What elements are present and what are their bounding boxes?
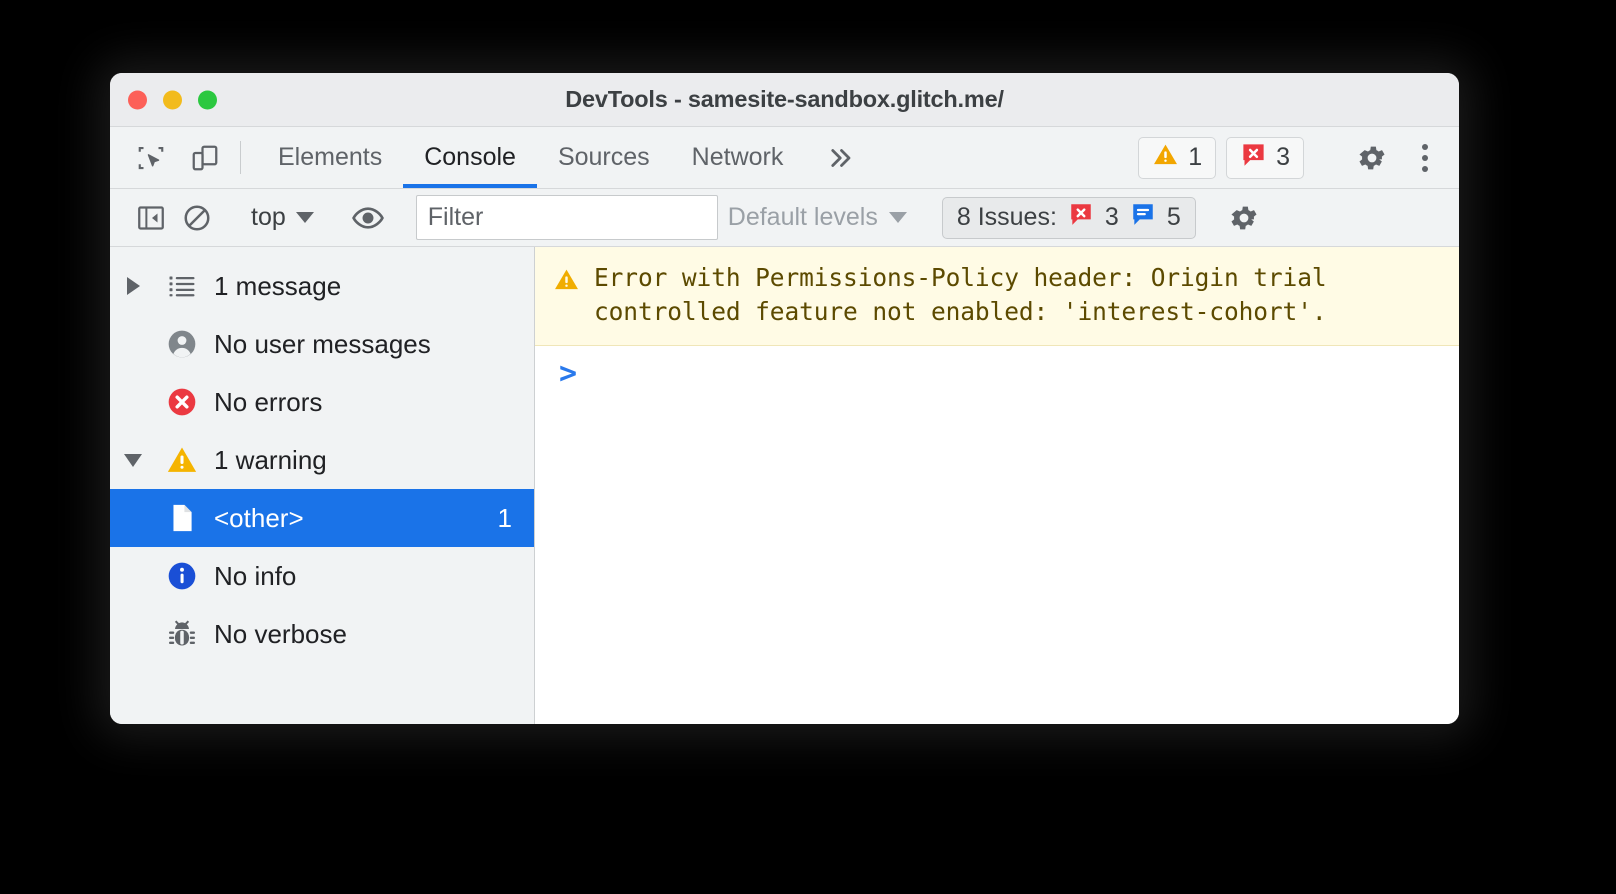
tab-network-label: Network bbox=[691, 143, 784, 171]
tab-network[interactable]: Network bbox=[671, 127, 805, 188]
kebab-dot bbox=[1422, 143, 1428, 150]
file-icon bbox=[156, 502, 208, 534]
warning-count-chip[interactable]: 1 bbox=[1138, 136, 1217, 179]
window-controls bbox=[128, 90, 217, 109]
sidebar-item-label: No errors bbox=[214, 386, 323, 417]
close-window-button[interactable] bbox=[128, 90, 147, 109]
live-expression-eye-icon[interactable] bbox=[345, 195, 391, 241]
devtools-main-toolbar: Elements Console Sources Network 1 3 bbox=[110, 127, 1459, 189]
error-bubble-icon bbox=[1068, 201, 1094, 234]
sidebar-item-label: 1 message bbox=[214, 270, 342, 301]
warning-triangle-icon bbox=[156, 444, 208, 476]
issues-chip[interactable]: 8 Issues: 3 5 bbox=[941, 196, 1196, 239]
tab-elements[interactable]: Elements bbox=[257, 127, 403, 188]
console-message-text: Error with Permissions-Policy header: Or… bbox=[594, 263, 1327, 326]
sidebar-item-label: 1 warning bbox=[214, 444, 327, 475]
tab-console-label: Console bbox=[424, 143, 516, 171]
clear-console-icon[interactable] bbox=[174, 195, 220, 241]
log-levels-selector[interactable]: Default levels bbox=[718, 203, 917, 232]
sidebar-item-label: No user messages bbox=[214, 328, 431, 359]
sidebar-item-verbose[interactable]: No verbose bbox=[110, 605, 534, 663]
device-toolbar-icon[interactable] bbox=[182, 135, 228, 181]
user-icon bbox=[156, 328, 208, 360]
error-count-label: 3 bbox=[1276, 143, 1290, 171]
warning-triangle-icon bbox=[553, 266, 580, 298]
minimize-window-button[interactable] bbox=[163, 90, 182, 109]
info-bubble-icon bbox=[1130, 201, 1156, 234]
sidebar-item-messages[interactable]: 1 message bbox=[110, 257, 534, 315]
issues-info-count: 5 bbox=[1166, 203, 1181, 231]
bug-icon bbox=[156, 619, 208, 649]
error-circle-icon bbox=[156, 386, 208, 418]
log-levels-label: Default levels bbox=[727, 203, 878, 231]
kebab-dot bbox=[1422, 165, 1428, 172]
sidebar-item-other[interactable]: <other> 1 bbox=[110, 489, 534, 547]
tab-sources[interactable]: Sources bbox=[537, 127, 671, 188]
tab-console[interactable]: Console bbox=[403, 127, 537, 188]
more-tabs-icon[interactable] bbox=[804, 127, 874, 188]
toolbar-left-icons bbox=[128, 127, 228, 188]
prompt-chevron-icon: > bbox=[559, 356, 578, 391]
inspect-element-icon[interactable] bbox=[128, 135, 174, 181]
kebab-menu-icon[interactable] bbox=[1405, 135, 1445, 181]
sidebar-item-count: 1 bbox=[497, 502, 512, 533]
list-icon bbox=[156, 271, 208, 301]
warning-triangle-icon bbox=[1152, 141, 1179, 175]
sidebar-item-label: <other> bbox=[214, 502, 304, 533]
gear-icon[interactable] bbox=[1221, 195, 1267, 241]
tab-sources-label: Sources bbox=[557, 143, 650, 171]
sidebar-item-errors[interactable]: No errors bbox=[110, 373, 534, 431]
execution-context-label: top bbox=[251, 203, 286, 231]
sidebar-item-user-messages[interactable]: No user messages bbox=[110, 315, 534, 373]
toolbar-right-group: 1 3 bbox=[1138, 127, 1445, 188]
console-output-pane[interactable]: Error with Permissions-Policy header: Or… bbox=[535, 247, 1459, 724]
error-count-chip[interactable]: 3 bbox=[1226, 136, 1304, 179]
sidebar-item-warnings[interactable]: 1 warning bbox=[110, 431, 534, 489]
console-body: 1 message No user messages No errors 1 w… bbox=[110, 247, 1459, 724]
maximize-window-button[interactable] bbox=[198, 90, 217, 109]
execution-context-selector[interactable]: top bbox=[245, 203, 320, 232]
screenshot-stage: DevTools - samesite-sandbox.glitch.me/ E… bbox=[0, 0, 1616, 894]
chevron-down-icon bbox=[295, 212, 314, 223]
panel-tabs: Elements Console Sources Network bbox=[257, 127, 874, 188]
filter-input[interactable] bbox=[415, 195, 718, 240]
window-titlebar: DevTools - samesite-sandbox.glitch.me/ bbox=[110, 73, 1459, 127]
console-message-warning[interactable]: Error with Permissions-Policy header: Or… bbox=[535, 247, 1459, 346]
issues-label: 8 Issues: bbox=[956, 203, 1057, 231]
gear-icon[interactable] bbox=[1349, 135, 1395, 181]
warning-count-label: 1 bbox=[1188, 143, 1203, 171]
error-bubble-icon bbox=[1240, 141, 1267, 175]
window-title: DevTools - samesite-sandbox.glitch.me/ bbox=[565, 86, 1004, 112]
console-sidebar: 1 message No user messages No errors 1 w… bbox=[110, 247, 535, 724]
expand-arrow-icon[interactable] bbox=[110, 277, 156, 295]
console-filter-toolbar: top Default levels 8 Issues: bbox=[110, 189, 1459, 247]
sidebar-item-info[interactable]: No info bbox=[110, 547, 534, 605]
console-sidebar-toggle-icon[interactable] bbox=[128, 195, 174, 241]
issues-error-count: 3 bbox=[1104, 203, 1119, 231]
devtools-window: DevTools - samesite-sandbox.glitch.me/ E… bbox=[110, 73, 1459, 724]
sidebar-item-label: No info bbox=[214, 560, 297, 591]
console-prompt-row[interactable]: > bbox=[535, 346, 1459, 402]
kebab-dot bbox=[1422, 154, 1428, 161]
tab-elements-label: Elements bbox=[278, 143, 383, 171]
sidebar-item-label: No verbose bbox=[214, 618, 347, 649]
info-circle-icon bbox=[156, 560, 208, 592]
toolbar-divider-1 bbox=[240, 141, 241, 174]
chevron-down-icon bbox=[888, 212, 907, 223]
collapse-arrow-icon[interactable] bbox=[110, 453, 156, 467]
